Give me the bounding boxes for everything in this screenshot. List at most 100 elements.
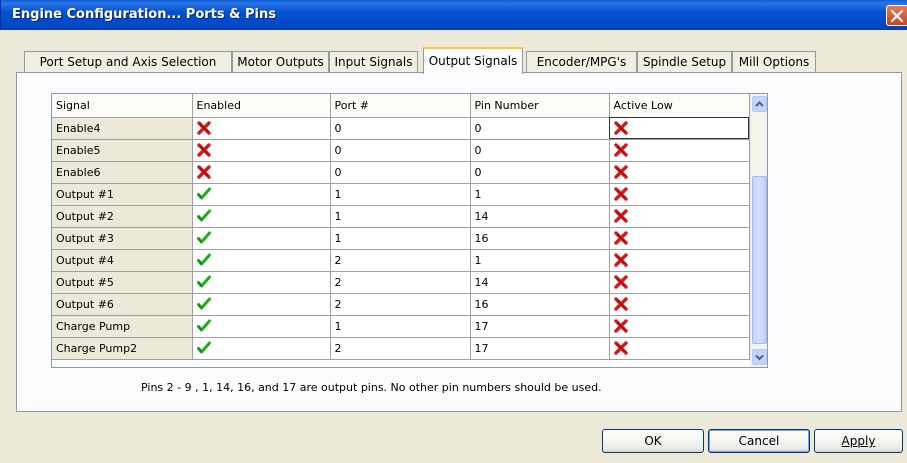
table-row[interactable]: Output #2 1 14	[52, 205, 750, 228]
green-check-icon	[196, 297, 211, 310]
active-low-cell[interactable]	[609, 183, 750, 206]
vertical-scrollbar[interactable]	[750, 94, 767, 367]
output-signals-grid[interactable]: Signal Enabled Port # Pin Number Active …	[51, 93, 768, 368]
enabled-cell[interactable]	[192, 337, 331, 360]
table-row[interactable]: Enable4 0 0	[52, 117, 750, 140]
red-x-icon	[196, 165, 211, 179]
chevron-up-icon	[755, 101, 764, 107]
column-header-pin-number[interactable]: Pin Number	[470, 94, 610, 118]
active-low-cell[interactable]	[609, 117, 750, 140]
port-cell[interactable]: 0	[330, 117, 471, 140]
port-cell[interactable]: 1	[330, 227, 471, 250]
table-row[interactable]: Output #6 2 16	[52, 293, 750, 316]
enabled-cell[interactable]	[192, 293, 331, 316]
table-row[interactable]: Charge Pump 1 17	[52, 315, 750, 338]
pin-number-cell[interactable]: 16	[470, 227, 610, 250]
red-x-icon	[613, 121, 628, 135]
active-low-cell[interactable]	[609, 139, 750, 162]
port-cell[interactable]: 2	[330, 271, 471, 294]
red-x-icon	[196, 143, 211, 157]
enabled-cell[interactable]	[192, 161, 331, 184]
scroll-down-button[interactable]	[752, 349, 767, 365]
pin-number-cell[interactable]: 1	[470, 249, 610, 272]
port-cell[interactable]: 2	[330, 337, 471, 360]
tab-label: Port Setup and Axis Selection	[39, 55, 217, 69]
active-low-cell[interactable]	[609, 161, 750, 184]
column-header-signal[interactable]: Signal	[52, 94, 193, 118]
enabled-cell[interactable]	[192, 117, 331, 140]
table-row[interactable]: Output #4 2 1	[52, 249, 750, 272]
enabled-cell[interactable]	[192, 249, 331, 272]
pin-number-cell[interactable]: 16	[470, 293, 610, 316]
table-row[interactable]: Output #3 1 16	[52, 227, 750, 250]
pin-number-cell[interactable]: 1	[470, 183, 610, 206]
close-button[interactable]	[886, 5, 907, 26]
pin-number-cell[interactable]: 17	[470, 315, 610, 338]
green-check-icon	[196, 319, 211, 332]
active-low-cell[interactable]	[609, 271, 750, 294]
pin-number-cell[interactable]: 0	[470, 139, 610, 162]
close-icon	[890, 9, 904, 23]
signal-name-cell: Enable4	[52, 117, 193, 140]
tab-encoder-mpgs[interactable]: Encoder/MPG's	[526, 51, 637, 73]
output-pins-note: Pins 2 - 9 , 1, 14, 16, and 17 are outpu…	[141, 381, 602, 394]
pin-number-cell[interactable]: 14	[470, 205, 610, 228]
table-row[interactable]: Enable6 0 0	[52, 161, 750, 184]
ok-button[interactable]: OK	[602, 429, 704, 453]
red-x-icon	[613, 253, 628, 267]
tab-motor-outputs[interactable]: Motor Outputs	[232, 51, 329, 73]
red-x-icon	[613, 231, 628, 245]
title-bar[interactable]: Engine Configuration... Ports & Pins	[0, 0, 907, 30]
enabled-cell[interactable]	[192, 205, 331, 228]
active-low-cell[interactable]	[609, 337, 750, 360]
active-low-cell[interactable]	[609, 315, 750, 338]
active-low-cell[interactable]	[609, 227, 750, 250]
active-low-cell[interactable]	[609, 293, 750, 316]
tab-output-signals[interactable]: Output Signals	[423, 47, 523, 74]
enabled-cell[interactable]	[192, 183, 331, 206]
signals-table: Signal Enabled Port # Pin Number Active …	[52, 94, 750, 360]
table-row[interactable]: Output #5 2 14	[52, 271, 750, 294]
enabled-cell[interactable]	[192, 227, 331, 250]
enabled-cell[interactable]	[192, 271, 331, 294]
cancel-button[interactable]: Cancel	[708, 429, 810, 453]
pin-number-cell[interactable]: 0	[470, 117, 610, 140]
tab-label: Output Signals	[428, 54, 518, 68]
green-check-icon	[196, 275, 211, 288]
active-low-cell[interactable]	[609, 249, 750, 272]
scroll-up-button[interactable]	[752, 96, 767, 112]
tab-mill-options[interactable]: Mill Options	[732, 51, 816, 73]
signal-name-cell: Charge Pump	[52, 315, 193, 338]
table-row[interactable]: Output #1 1 1	[52, 183, 750, 206]
pin-number-cell[interactable]: 14	[470, 271, 610, 294]
tab-spindle-setup[interactable]: Spindle Setup	[637, 51, 732, 73]
port-cell[interactable]: 1	[330, 315, 471, 338]
scroll-thumb[interactable]	[752, 176, 767, 344]
column-header-port[interactable]: Port #	[330, 94, 471, 118]
apply-button-label: Apply	[841, 434, 876, 448]
enabled-cell[interactable]	[192, 315, 331, 338]
tab-label: Motor Outputs	[237, 55, 324, 69]
port-cell[interactable]: 2	[330, 293, 471, 316]
port-cell[interactable]: 0	[330, 161, 471, 184]
table-row[interactable]: Charge Pump2 2 17	[52, 337, 750, 360]
pin-number-cell[interactable]: 0	[470, 161, 610, 184]
tab-label: Input Signals	[334, 55, 413, 69]
signal-name-cell: Output #5	[52, 271, 193, 294]
green-check-icon	[196, 231, 211, 244]
port-cell[interactable]: 1	[330, 205, 471, 228]
tab-input-signals[interactable]: Input Signals	[329, 51, 418, 73]
apply-button[interactable]: Apply	[814, 429, 903, 453]
table-row[interactable]: Enable5 0 0	[52, 139, 750, 162]
tab-port-setup[interactable]: Port Setup and Axis Selection	[24, 51, 232, 73]
enabled-cell[interactable]	[192, 139, 331, 162]
column-header-enabled[interactable]: Enabled	[192, 94, 331, 118]
port-cell[interactable]: 1	[330, 183, 471, 206]
pin-number-cell[interactable]: 17	[470, 337, 610, 360]
active-low-cell[interactable]	[609, 205, 750, 228]
column-header-active-low[interactable]: Active Low	[609, 94, 750, 118]
port-cell[interactable]: 0	[330, 139, 471, 162]
green-check-icon	[196, 341, 211, 354]
red-x-icon	[613, 297, 628, 311]
port-cell[interactable]: 2	[330, 249, 471, 272]
